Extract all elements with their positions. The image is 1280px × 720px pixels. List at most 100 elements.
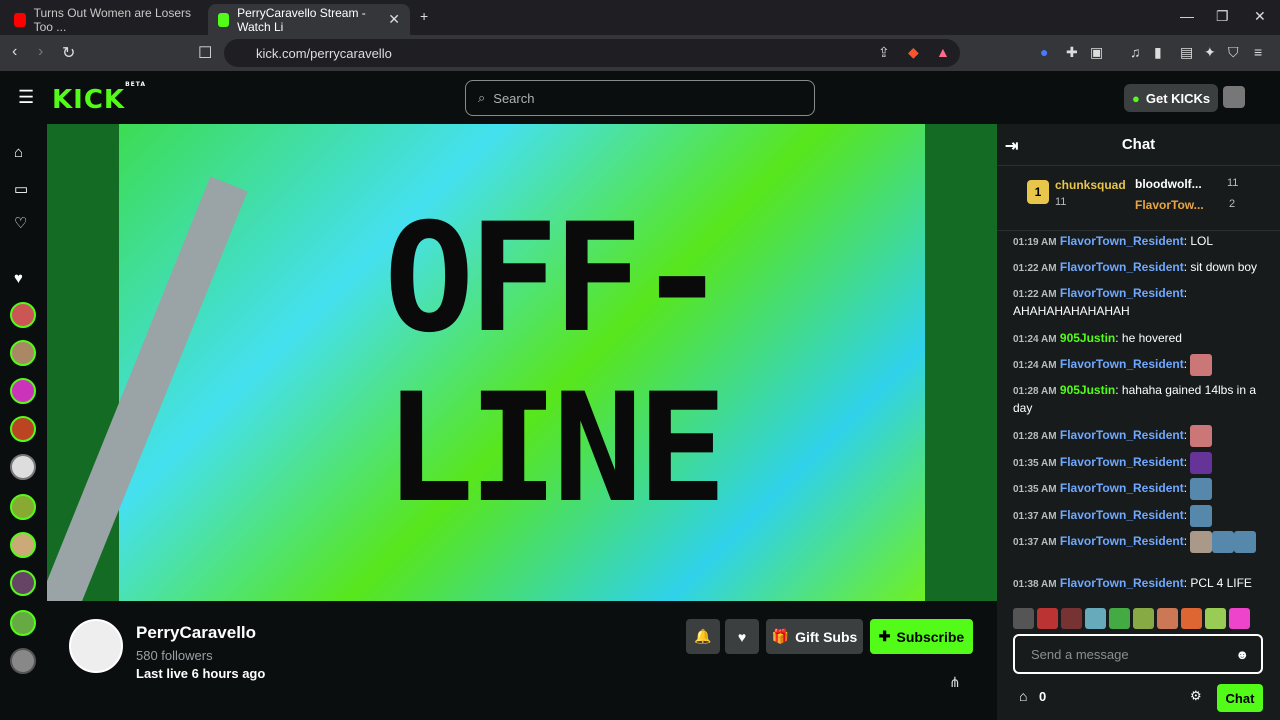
url-field[interactable]: kick.com/perrycaravello	[224, 39, 960, 67]
emote-icon[interactable]	[1013, 608, 1034, 629]
menu-icon[interactable]: ≡	[1254, 44, 1262, 60]
emote-icon[interactable]	[1181, 608, 1202, 629]
reload-icon[interactable]: ↻	[62, 43, 75, 63]
emote-icon[interactable]	[1229, 608, 1250, 629]
followed-channel-avatar[interactable]	[10, 532, 36, 558]
msg-user[interactable]: 905Justin	[1060, 383, 1115, 397]
home-icon[interactable]: ⌂	[14, 144, 23, 161]
emote-icon[interactable]	[1061, 608, 1082, 629]
followed-channel-avatar[interactable]	[10, 494, 36, 520]
msg-user[interactable]: FlavorTown_Resident	[1060, 481, 1184, 495]
offline-banner: OFF- LINE	[47, 124, 925, 601]
wallet-icon[interactable]: ▤	[1180, 44, 1193, 61]
browse-icon[interactable]: ▭	[14, 180, 28, 198]
msg-text: :	[1183, 508, 1188, 523]
msg-user[interactable]: FlavorTown_Resident	[1060, 534, 1184, 548]
emote-icon[interactable]	[1085, 608, 1106, 629]
emote-icon[interactable]	[1109, 608, 1130, 629]
share-icon[interactable]: ⋔	[949, 674, 961, 691]
emote-icon[interactable]	[1157, 608, 1178, 629]
back-icon[interactable]: ‹	[12, 43, 17, 61]
leader-name[interactable]: chunksquad	[1055, 178, 1126, 192]
extensions-puzzle-icon[interactable]: ✚	[1066, 44, 1078, 61]
extension-icon[interactable]: ●	[1040, 44, 1048, 60]
tab-title: PerryCaravello Stream - Watch Li	[237, 5, 366, 34]
followed-channel-avatar[interactable]	[10, 416, 36, 442]
channel-name[interactable]: PerryCaravello	[136, 623, 256, 643]
subscribe-button[interactable]: ✚ Subscribe	[870, 619, 973, 654]
leader-name[interactable]: bloodwolf...	[1135, 177, 1202, 191]
vpn-icon[interactable]: ⛉	[1228, 44, 1239, 61]
emote-icon[interactable]	[1205, 608, 1226, 629]
maximize-icon[interactable]: ❐	[1216, 8, 1229, 25]
video-player[interactable]: OFF- LINE	[47, 124, 997, 601]
screenshot-icon[interactable]: ▣	[1090, 44, 1103, 61]
user-avatar[interactable]	[1223, 86, 1245, 108]
close-tab-icon[interactable]: ✕	[388, 11, 400, 28]
msg-user[interactable]: FlavorTown_Resident	[1060, 428, 1184, 442]
search-input[interactable]: ⌕ Search	[465, 80, 815, 116]
msg-user[interactable]: FlavorTown_Resident	[1060, 260, 1184, 274]
collapse-chat-icon[interactable]: ⇥	[1005, 136, 1018, 156]
close-window-icon[interactable]: ✕	[1254, 8, 1266, 25]
chat-message: 01:22 AM FlavorTown_Resident: sit down b…	[1013, 259, 1263, 277]
followed-channel-avatar[interactable]	[10, 610, 36, 636]
msg-time: 01:35 AM	[1013, 458, 1057, 470]
msg-user[interactable]: FlavorTown_Resident	[1060, 455, 1184, 469]
browser-tab-kick[interactable]: PerryCaravello Stream - Watch Li ✕	[208, 4, 410, 35]
emote-icon[interactable]	[1133, 608, 1154, 629]
send-chat-button[interactable]: Chat	[1217, 684, 1263, 712]
emote-quick-bar	[1013, 608, 1250, 629]
minimize-icon[interactable]: —	[1180, 8, 1194, 24]
brave-shields-icon[interactable]: ◆	[908, 44, 919, 61]
chat-message: 01:35 AM FlavorTown_Resident:	[1013, 478, 1263, 500]
follow-button[interactable]: ♥	[725, 619, 759, 654]
msg-user[interactable]: FlavorTown_Resident	[1060, 508, 1184, 522]
get-kicks-button[interactable]: ● Get KICKs	[1124, 84, 1219, 112]
gift-subs-label: Gift Subs	[795, 628, 858, 645]
msg-user[interactable]: FlavorTown_Resident	[1060, 234, 1184, 248]
kick-logo[interactable]: KICKBETA	[52, 81, 146, 115]
media-icon[interactable]: ♫	[1130, 44, 1141, 60]
msg-user[interactable]: FlavorTown_Resident	[1060, 286, 1184, 300]
following-icon[interactable]: ♡	[14, 214, 27, 232]
emote-icon[interactable]	[1037, 608, 1058, 629]
followed-channel-avatar[interactable]	[10, 570, 36, 596]
followed-channel-avatar[interactable]	[10, 340, 36, 366]
msg-text: :	[1183, 534, 1188, 549]
heart-icon: ♥	[737, 628, 747, 645]
chat-message-input[interactable]: Send a message ☻	[1013, 634, 1263, 674]
msg-user[interactable]: FlavorTown_Resident	[1060, 576, 1184, 590]
msg-user[interactable]: FlavorTown_Resident	[1060, 357, 1184, 371]
browser-tab-youtube[interactable]: Turns Out Women are Losers Too ...	[4, 4, 204, 35]
followed-channel-avatar[interactable]	[10, 454, 36, 480]
last-live-text: Last live 6 hours ago	[136, 666, 266, 681]
emote-icon	[1190, 425, 1213, 447]
followed-channel-avatar[interactable]	[10, 302, 36, 328]
send-chat-label: Chat	[1225, 690, 1255, 706]
bookmark-icon[interactable]: ☐	[198, 43, 212, 63]
followed-channel-avatar[interactable]	[10, 648, 36, 674]
msg-time: 01:28 AM	[1013, 431, 1057, 443]
notifications-button[interactable]: 🔔	[686, 619, 720, 654]
leo-ai-icon[interactable]: ✦	[1204, 44, 1216, 61]
kicks-store-icon[interactable]: ⌂	[1019, 688, 1027, 704]
star-icon: ✚	[878, 628, 891, 644]
chat-message: 01:22 AM FlavorTown_Resident: AHAHAHAHAH…	[1013, 285, 1263, 320]
gift-subs-button[interactable]: 🎁 Gift Subs	[766, 619, 863, 654]
share-page-icon[interactable]: ⇪	[878, 44, 890, 61]
emoji-icon[interactable]: ☻	[1235, 647, 1249, 662]
msg-user[interactable]: 905Justin	[1060, 331, 1115, 345]
chat-message: 01:38 AM FlavorTown_Resident: PCL 4 LIFE	[1013, 575, 1263, 593]
channel-avatar[interactable]	[69, 619, 123, 673]
followed-channel-avatar[interactable]	[10, 378, 36, 404]
leader-name[interactable]: FlavorTow...	[1135, 198, 1204, 212]
follower-count: 580 followers	[136, 648, 213, 663]
hamburger-menu-icon[interactable]: ☰	[18, 87, 34, 108]
brave-rewards-icon[interactable]: ▲	[936, 44, 950, 60]
sidebar-icon[interactable]: ▮	[1154, 44, 1162, 61]
chat-settings-gear-icon[interactable]: ⚙	[1190, 688, 1202, 704]
forward-icon[interactable]: ›	[38, 43, 43, 61]
rank-1-badge: 1	[1027, 180, 1049, 204]
new-tab-icon[interactable]: +	[420, 8, 428, 24]
